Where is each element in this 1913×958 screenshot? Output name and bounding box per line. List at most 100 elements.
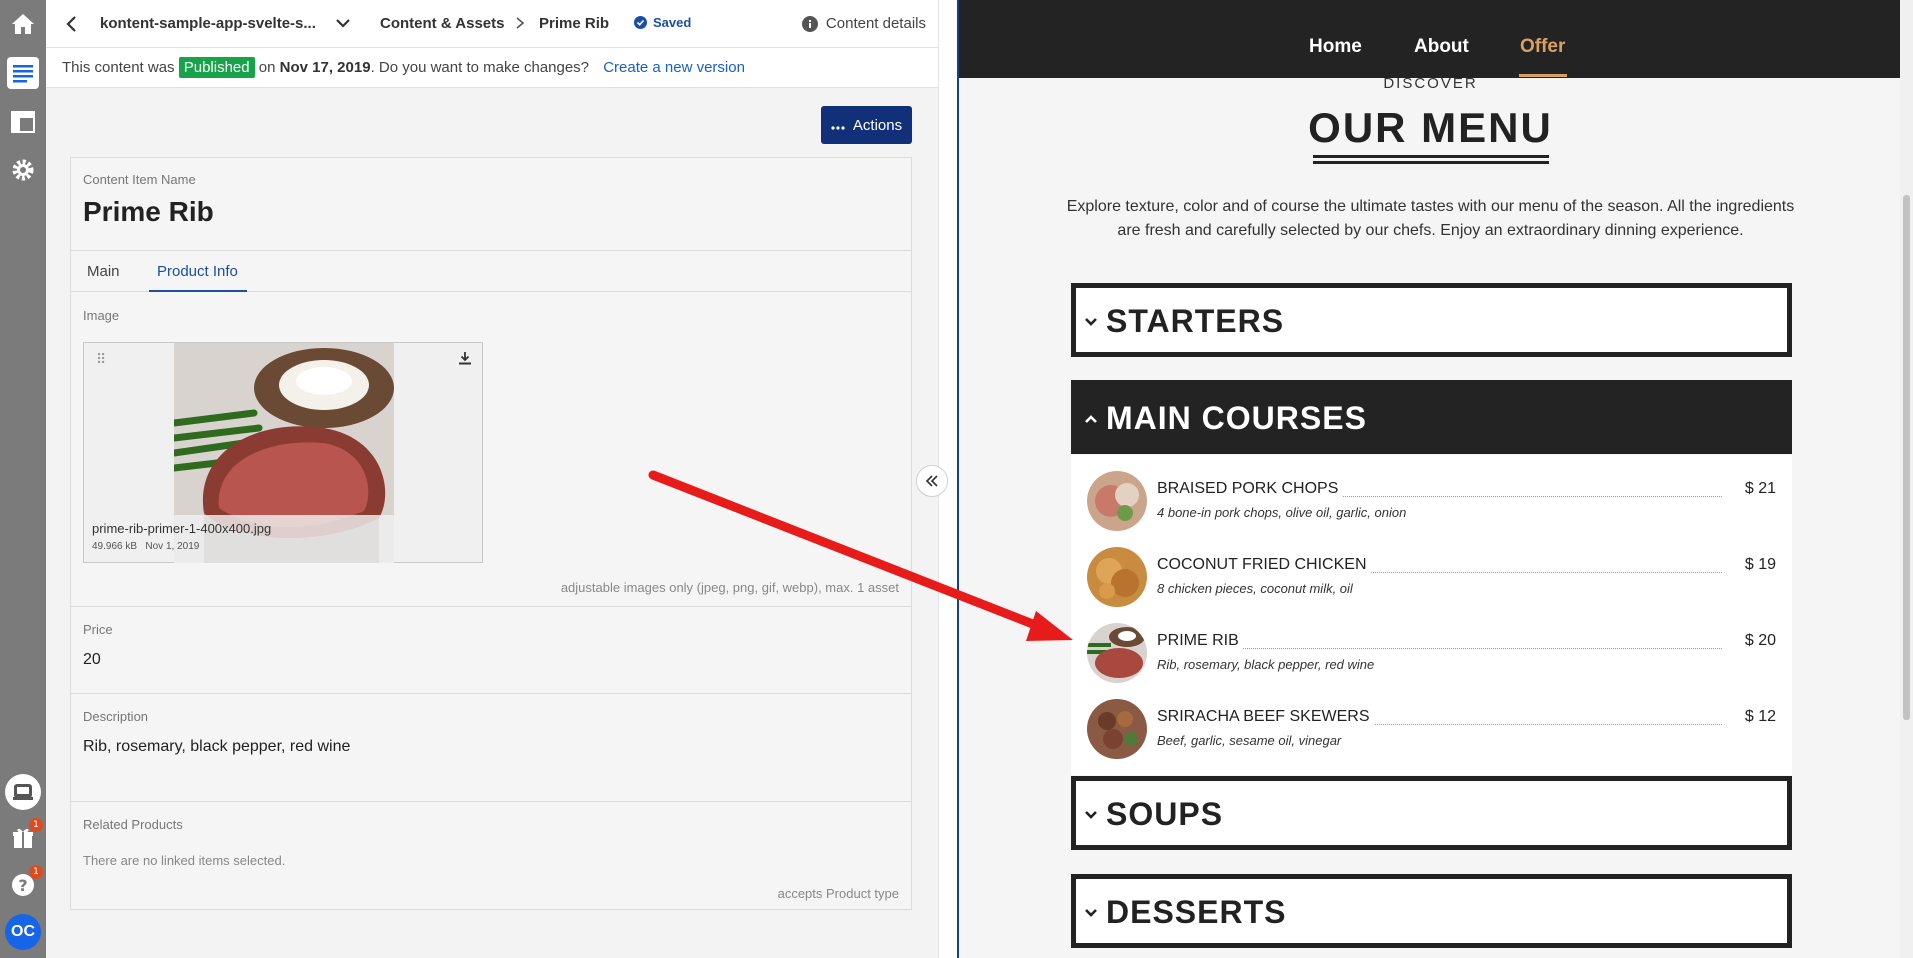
avatar[interactable]: OC	[5, 914, 41, 950]
category-main-courses[interactable]: MAIN COURSES	[1071, 380, 1792, 454]
price-value[interactable]: 20	[83, 651, 101, 669]
content-group-tabs: Main Product Info	[71, 250, 911, 292]
menu-item-price: $ 20	[1738, 632, 1776, 650]
site-nav: Home About Offer	[959, 0, 1900, 78]
beef-skewers-photo	[1087, 699, 1147, 759]
actions-label: Actions	[852, 116, 903, 134]
chevron-down-icon[interactable]	[334, 14, 352, 37]
menu-intro: Explore texture, color and of course the…	[1066, 198, 1795, 239]
price-label: Price	[83, 622, 113, 637]
content-item-card: Content Item Name Prime Rib Main Product…	[70, 157, 912, 910]
chevron-down-icon	[1084, 807, 1098, 825]
item-name-label: Content Item Name	[83, 172, 196, 187]
publish-status-bar: This content was Published on Nov 17, 20…	[46, 48, 938, 88]
publish-on: on	[258, 59, 276, 76]
inbox-icon[interactable]	[5, 774, 41, 810]
menu-item-description: 4 bone-in pork chops, olive oil, garlic,…	[1157, 505, 1407, 520]
image-label: Image	[83, 308, 120, 323]
nav-offer[interactable]: Offer	[1520, 36, 1565, 58]
content-details-button[interactable]: Content details	[801, 15, 926, 32]
dot-leader	[1161, 648, 1722, 649]
category-desserts-label: DESSERTS	[1106, 894, 1287, 930]
image-date: Nov 1, 2019	[145, 541, 200, 552]
gift-icon[interactable]: 1	[7, 818, 43, 854]
help-icon[interactable]: ? 1	[7, 865, 43, 901]
main-courses-list: BRAISED PORK CHOPS $ 21 4 bone-in pork c…	[1071, 455, 1792, 775]
published-badge: Published	[178, 57, 255, 78]
preview-scrollbar[interactable]	[1900, 0, 1913, 958]
more-dots-icon	[831, 117, 845, 134]
image-filename: prime-rib-primer-1-400x400.jpg	[92, 521, 272, 536]
category-starters[interactable]: STARTERS	[1071, 283, 1792, 357]
project-name[interactable]: kontent-sample-app-svelte-s...	[100, 15, 316, 32]
actions-button[interactable]: Actions	[821, 106, 912, 144]
chevron-down-icon	[1084, 905, 1098, 923]
title-rule	[1313, 161, 1549, 164]
menu-item-description: 8 chicken pieces, coconut milk, oil	[1157, 581, 1353, 596]
menu-item[interactable]: SRIRACHA BEEF SKEWERS $ 12 Beef, garlic,…	[1071, 683, 1792, 759]
image-constraint-hint: adjustable images only (jpeg, png, gif, …	[560, 580, 899, 595]
menu-item-name: SRIRACHA BEEF SKEWERS	[1157, 708, 1374, 726]
publish-date: Nov 17, 2019	[279, 59, 371, 76]
publish-question: . Do you want to make changes?	[370, 59, 590, 76]
breadcrumb-content-assets[interactable]: Content & Assets	[380, 15, 504, 32]
divider	[71, 801, 911, 802]
description-label: Description	[83, 709, 149, 724]
image-asset-tile[interactable]: ⠿ prime-rib-primer-1-400x400.jpg 49.966 …	[83, 342, 483, 563]
active-tab-indicator	[149, 290, 247, 292]
content-editor: kontent-sample-app-svelte-s... Content &…	[46, 0, 938, 958]
nav-home[interactable]: Home	[1309, 36, 1362, 58]
menu-item[interactable]: PRIME RIB $ 20 Rib, rosemary, black pepp…	[1071, 607, 1792, 683]
category-soups-label: SOUPS	[1106, 796, 1224, 832]
pork-chops-photo	[1087, 471, 1147, 531]
item-name-value[interactable]: Prime Rib	[83, 196, 214, 228]
layout-icon[interactable]	[7, 106, 39, 138]
content-details-label: Content details	[825, 15, 926, 32]
description-value[interactable]: Rib, rosemary, black pepper, red wine	[83, 738, 350, 756]
fried-chicken-photo	[1087, 547, 1147, 607]
prime-rib-photo	[1087, 623, 1147, 683]
divider	[71, 693, 911, 694]
app-rail: 1 ? 1 OC	[0, 0, 46, 958]
image-size: 49.966 kB	[92, 541, 138, 552]
editor-topbar: kontent-sample-app-svelte-s... Content &…	[46, 0, 938, 48]
menu-item-price: $ 21	[1738, 480, 1776, 498]
menu-item-name: PRIME RIB	[1157, 632, 1243, 650]
saved-label: Saved	[653, 15, 692, 30]
double-chevron-left-icon	[925, 475, 938, 487]
related-products-empty: There are no linked items selected.	[83, 853, 286, 868]
info-icon	[801, 15, 818, 32]
related-products-label: Related Products	[83, 817, 183, 832]
settings-icon[interactable]	[7, 154, 39, 186]
divider	[71, 606, 911, 607]
help-badge: 1	[29, 865, 43, 879]
image-meta: 49.966 kB Nov 1, 2019	[92, 541, 199, 552]
check-circle-icon	[634, 16, 647, 29]
nav-about[interactable]: About	[1414, 36, 1469, 58]
collapse-panel-button[interactable]	[916, 465, 948, 497]
create-new-version-link[interactable]: Create a new version	[603, 59, 745, 76]
drag-handle-icon[interactable]: ⠿	[96, 351, 106, 368]
menu-item[interactable]: BRAISED PORK CHOPS $ 21 4 bone-in pork c…	[1071, 455, 1792, 531]
chevron-down-icon	[1084, 314, 1098, 332]
category-desserts[interactable]: DESSERTS	[1071, 874, 1792, 948]
home-icon[interactable]	[7, 8, 39, 40]
saved-status: Saved	[634, 15, 691, 30]
menu-item-price: $ 12	[1738, 708, 1776, 726]
menu-item-price: $ 19	[1738, 556, 1776, 574]
menu-item-description: Rib, rosemary, black pepper, red wine	[1157, 657, 1375, 672]
tab-product-info[interactable]: Product Info	[157, 263, 238, 280]
download-icon[interactable]	[458, 351, 472, 370]
gift-badge: 1	[29, 818, 43, 832]
menu-title: OUR MENU	[1308, 104, 1553, 151]
publish-prefix: This content was	[62, 59, 175, 76]
chevron-up-icon	[1084, 411, 1098, 429]
content-list-icon[interactable]	[7, 57, 39, 89]
category-main-courses-label: MAIN COURSES	[1106, 400, 1367, 436]
tab-main[interactable]: Main	[87, 263, 120, 280]
scrollbar-thumb[interactable]	[1903, 195, 1910, 720]
menu-item-description: Beef, garlic, sesame oil, vinegar	[1157, 733, 1342, 748]
back-arrow-icon[interactable]	[62, 14, 82, 34]
menu-item[interactable]: COCONUT FRIED CHICKEN $ 19 8 chicken pie…	[1071, 531, 1792, 607]
category-soups[interactable]: SOUPS	[1071, 776, 1792, 850]
